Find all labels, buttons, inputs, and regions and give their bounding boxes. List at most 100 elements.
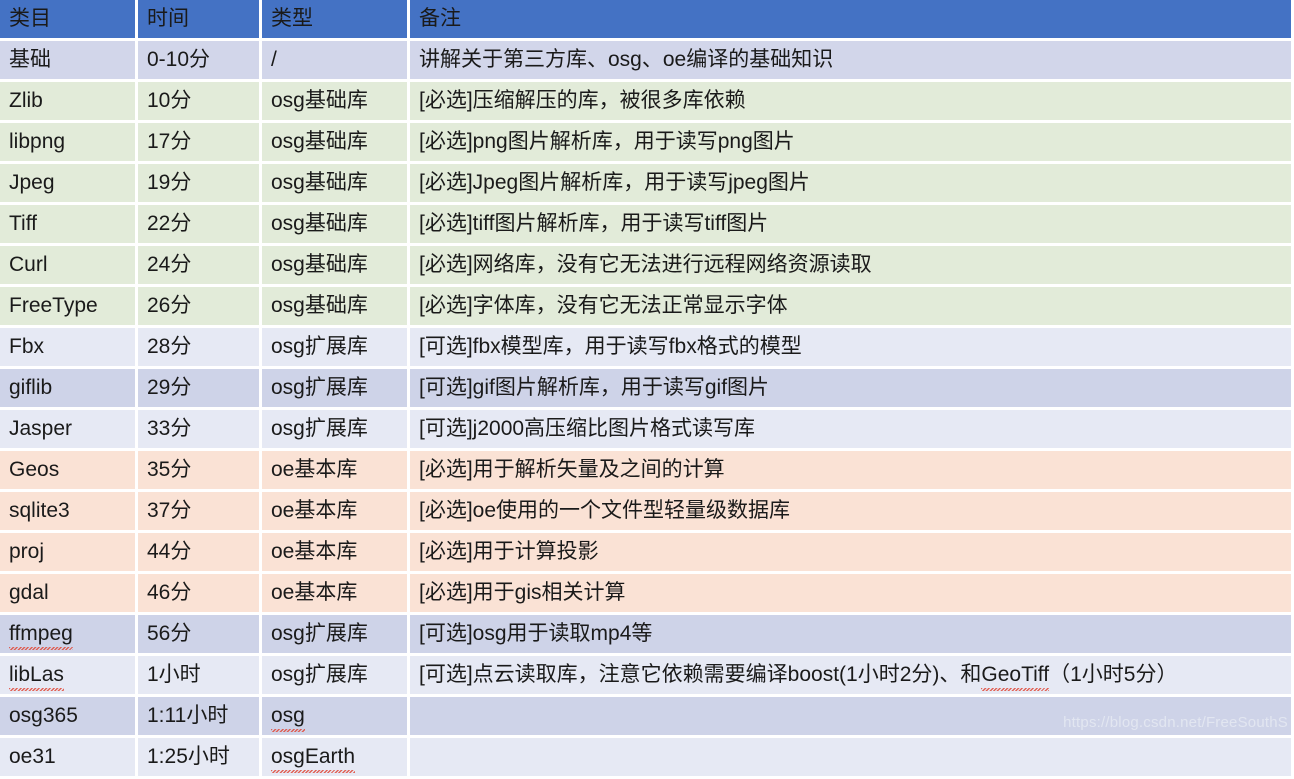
cell-remark[interactable]: [必选]字体库，没有它无法正常显示字体: [410, 287, 1291, 328]
cell-remark[interactable]: [必选]压缩解压的库，被很多库依赖: [410, 82, 1291, 123]
cell-category[interactable]: Jpeg: [0, 164, 138, 205]
cell-category[interactable]: proj: [0, 533, 138, 574]
cell-time[interactable]: 10分: [138, 82, 262, 123]
cell-type[interactable]: osg扩展库: [262, 656, 410, 697]
cell-category[interactable]: Fbx: [0, 328, 138, 369]
column-header-type[interactable]: 类型: [262, 0, 410, 41]
cell-time[interactable]: 46分: [138, 574, 262, 615]
table-row[interactable]: FreeType 26分 osg基础库 [必选]字体库，没有它无法正常显示字体: [0, 287, 1291, 328]
cell-type[interactable]: osg扩展库: [262, 615, 410, 656]
cell-remark[interactable]: [必选]oe使用的一个文件型轻量级数据库: [410, 492, 1291, 533]
table-row[interactable]: 基础 0-10分 / 讲解关于第三方库、osg、oe编译的基础知识: [0, 41, 1291, 82]
table-row[interactable]: oe31 1:25小时 osgEarth: [0, 738, 1291, 779]
table-row[interactable]: Jpeg 19分 osg基础库 [必选]Jpeg图片解析库，用于读写jpeg图片: [0, 164, 1291, 205]
cell-time[interactable]: 28分: [138, 328, 262, 369]
cell-type[interactable]: osg基础库: [262, 164, 410, 205]
cell-remark[interactable]: [必选]用于gis相关计算: [410, 574, 1291, 615]
cell-time[interactable]: 26分: [138, 287, 262, 328]
column-header-time[interactable]: 时间: [138, 0, 262, 41]
cell-time[interactable]: 44分: [138, 533, 262, 574]
cell-type[interactable]: osgEarth: [262, 738, 410, 779]
cell-category[interactable]: Jasper: [0, 410, 138, 451]
cell-category[interactable]: Tiff: [0, 205, 138, 246]
cell-category[interactable]: FreeType: [0, 287, 138, 328]
cell-category[interactable]: libLas: [0, 656, 138, 697]
cell-category[interactable]: Zlib: [0, 82, 138, 123]
cell-category[interactable]: Curl: [0, 246, 138, 287]
table-row[interactable]: sqlite3 37分 oe基本库 [必选]oe使用的一个文件型轻量级数据库: [0, 492, 1291, 533]
cell-time[interactable]: 1:25小时: [138, 738, 262, 779]
cell-type[interactable]: osg扩展库: [262, 410, 410, 451]
table-row[interactable]: osg365 1:11小时 osg: [0, 697, 1291, 738]
table-row[interactable]: Tiff 22分 osg基础库 [必选]tiff图片解析库，用于读写tiff图片: [0, 205, 1291, 246]
cell-time[interactable]: 33分: [138, 410, 262, 451]
cell-type[interactable]: osg基础库: [262, 246, 410, 287]
spellcheck-underline: osg: [271, 697, 305, 735]
cell-remark[interactable]: [可选]osg用于读取mp4等: [410, 615, 1291, 656]
cell-remark[interactable]: [410, 697, 1291, 738]
spellcheck-underline: libLas: [9, 656, 64, 694]
column-header-category[interactable]: 类目: [0, 0, 138, 41]
cell-time[interactable]: 22分: [138, 205, 262, 246]
cell-remark[interactable]: [可选]gif图片解析库，用于读写gif图片: [410, 369, 1291, 410]
cell-time[interactable]: 37分: [138, 492, 262, 533]
cell-time[interactable]: 0-10分: [138, 41, 262, 82]
cell-remark[interactable]: [可选]fbx模型库，用于读写fbx格式的模型: [410, 328, 1291, 369]
table-row[interactable]: Geos 35分 oe基本库 [必选]用于解析矢量及之间的计算: [0, 451, 1291, 492]
cell-category[interactable]: sqlite3: [0, 492, 138, 533]
cell-remark[interactable]: 讲解关于第三方库、osg、oe编译的基础知识: [410, 41, 1291, 82]
cell-category[interactable]: osg365: [0, 697, 138, 738]
spellcheck-underline: ffmpeg: [9, 615, 73, 653]
cell-type[interactable]: oe基本库: [262, 492, 410, 533]
cell-remark[interactable]: [可选]点云读取库，注意它依赖需要编译boost(1小时2分)、和GeoTiff…: [410, 656, 1291, 697]
cell-type[interactable]: oe基本库: [262, 533, 410, 574]
table-row[interactable]: ffmpeg 56分 osg扩展库 [可选]osg用于读取mp4等: [0, 615, 1291, 656]
cell-type[interactable]: osg基础库: [262, 287, 410, 328]
cell-type[interactable]: osg基础库: [262, 205, 410, 246]
cell-remark[interactable]: [必选]用于解析矢量及之间的计算: [410, 451, 1291, 492]
table-row[interactable]: Zlib 10分 osg基础库 [必选]压缩解压的库，被很多库依赖: [0, 82, 1291, 123]
cell-remark[interactable]: [必选]网络库，没有它无法进行远程网络资源读取: [410, 246, 1291, 287]
table-row[interactable]: Fbx 28分 osg扩展库 [可选]fbx模型库，用于读写fbx格式的模型: [0, 328, 1291, 369]
cell-type[interactable]: oe基本库: [262, 451, 410, 492]
table-row[interactable]: Jasper 33分 osg扩展库 [可选]j2000高压缩比图片格式读写库: [0, 410, 1291, 451]
cell-time[interactable]: 29分: [138, 369, 262, 410]
cell-time[interactable]: 1:11小时: [138, 697, 262, 738]
cell-category[interactable]: ffmpeg: [0, 615, 138, 656]
cell-remark[interactable]: [必选]Jpeg图片解析库，用于读写jpeg图片: [410, 164, 1291, 205]
cell-time[interactable]: 19分: [138, 164, 262, 205]
spellcheck-underline: osgEarth: [271, 738, 356, 776]
table-row[interactable]: libpng 17分 osg基础库 [必选]png图片解析库，用于读写png图片: [0, 123, 1291, 164]
cell-time[interactable]: 56分: [138, 615, 262, 656]
cell-category[interactable]: giflib: [0, 369, 138, 410]
cell-remark[interactable]: [必选]用于计算投影: [410, 533, 1291, 574]
cell-remark[interactable]: [必选]png图片解析库，用于读写png图片: [410, 123, 1291, 164]
table-row[interactable]: proj 44分 oe基本库 [必选]用于计算投影: [0, 533, 1291, 574]
cell-type[interactable]: osg扩展库: [262, 369, 410, 410]
table-row[interactable]: giflib 29分 osg扩展库 [可选]gif图片解析库，用于读写gif图片: [0, 369, 1291, 410]
cell-category[interactable]: libpng: [0, 123, 138, 164]
cell-remark[interactable]: [可选]j2000高压缩比图片格式读写库: [410, 410, 1291, 451]
table-row[interactable]: Curl 24分 osg基础库 [必选]网络库，没有它无法进行远程网络资源读取: [0, 246, 1291, 287]
schedule-table: 类目 时间 类型 备注 基础 0-10分 / 讲解关于第三方库、osg、oe编译的基础…: [0, 0, 1291, 779]
cell-remark[interactable]: [必选]tiff图片解析库，用于读写tiff图片: [410, 205, 1291, 246]
table-row[interactable]: libLas 1小时 osg扩展库 [可选]点云读取库，注意它依赖需要编译boost(…: [0, 656, 1291, 697]
cell-type[interactable]: osg: [262, 697, 410, 738]
cell-time[interactable]: 35分: [138, 451, 262, 492]
cell-type[interactable]: osg基础库: [262, 123, 410, 164]
column-header-remark[interactable]: 备注: [410, 0, 1291, 41]
cell-type[interactable]: osg基础库: [262, 82, 410, 123]
cell-category[interactable]: gdal: [0, 574, 138, 615]
cell-type[interactable]: osg扩展库: [262, 328, 410, 369]
cell-remark[interactable]: [410, 738, 1291, 779]
cell-category[interactable]: Geos: [0, 451, 138, 492]
spreadsheet-canvas: 类目 时间 类型 备注 基础 0-10分 / 讲解关于第三方库、osg、oe编译的基础…: [0, 0, 1294, 779]
cell-category[interactable]: oe31: [0, 738, 138, 779]
cell-time[interactable]: 17分: [138, 123, 262, 164]
cell-type[interactable]: oe基本库: [262, 574, 410, 615]
cell-category[interactable]: 基础: [0, 41, 138, 82]
cell-type[interactable]: /: [262, 41, 410, 82]
cell-time[interactable]: 24分: [138, 246, 262, 287]
table-row[interactable]: gdal 46分 oe基本库 [必选]用于gis相关计算: [0, 574, 1291, 615]
cell-time[interactable]: 1小时: [138, 656, 262, 697]
